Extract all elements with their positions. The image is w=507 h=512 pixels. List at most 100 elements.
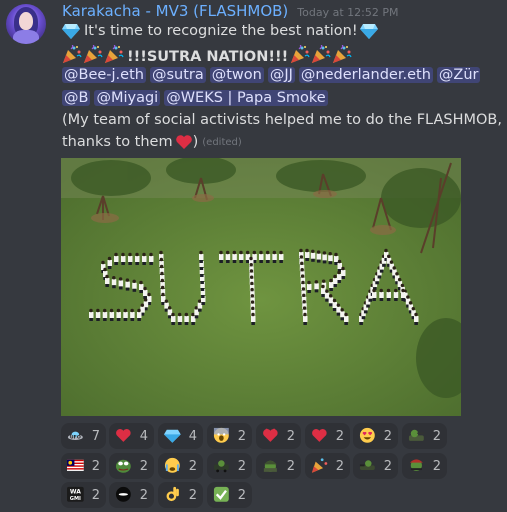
- reaction-count: 2: [91, 487, 100, 503]
- reaction-red-heart[interactable]: 4: [109, 423, 154, 449]
- reaction-count: 2: [286, 458, 295, 474]
- reaction-pepe[interactable]: 2: [109, 453, 154, 479]
- reaction-red-heart[interactable]: 2: [305, 423, 350, 449]
- reaction-screaming-face[interactable]: 2: [207, 423, 252, 449]
- reaction-frog-dog[interactable]: 2: [353, 453, 398, 479]
- mentions-row-2: @B @Miyagi @WEKS | Papa Smoke: [62, 90, 332, 106]
- red-heart-icon: [175, 135, 192, 149]
- malaysia-flag-icon: [67, 457, 84, 475]
- reaction-count: 2: [383, 458, 392, 474]
- frog-army-icon: [262, 457, 279, 475]
- reaction-count: 2: [139, 458, 148, 474]
- reaction-count: 2: [237, 487, 246, 503]
- sutra-nation-text: !!!SUTRA NATION!!!: [127, 48, 289, 65]
- screaming-face-icon: [213, 427, 230, 445]
- message-body-text: (My team of social activists helped me t…: [62, 112, 502, 128]
- party-popper-icon: [312, 45, 331, 63]
- frog-car-icon: [213, 457, 230, 475]
- frog-ak-icon: [408, 457, 425, 475]
- user-mention[interactable]: @Zür: [436, 67, 481, 83]
- reaction-frog-ak[interactable]: 2: [402, 453, 447, 479]
- reaction-count: 2: [139, 487, 148, 503]
- reaction-heart-exclamation[interactable]: 2: [256, 423, 301, 449]
- crying-face-icon: [164, 457, 181, 475]
- gem-icon: [62, 24, 80, 39]
- heart-eyes-icon: [359, 427, 376, 445]
- party-popper-icon: [63, 45, 82, 63]
- ufo-emoji-icon: UFO: [67, 427, 84, 445]
- reaction-ufo-emoji[interactable]: UFO 7: [61, 423, 106, 449]
- user-mention[interactable]: @B: [62, 90, 91, 106]
- svg-text:GMI: GMI: [70, 496, 81, 502]
- reaction-count: 4: [139, 428, 148, 444]
- reaction-frog-army[interactable]: 2: [256, 453, 301, 479]
- message-line-1: It's time to recognize the best nation!: [62, 23, 378, 39]
- party-popper-group: [290, 45, 353, 68]
- reaction-check-mark[interactable]: 2: [207, 482, 252, 508]
- gem-icon: [359, 24, 378, 39]
- edited-label: (edited): [202, 136, 242, 148]
- svg-text:UFO: UFO: [70, 435, 81, 441]
- user-mention[interactable]: @sutra: [149, 67, 206, 83]
- reaction-count: 2: [335, 428, 344, 444]
- reaction-heart-eyes[interactable]: 2: [353, 423, 398, 449]
- message-body-text: ): [192, 134, 199, 150]
- message-line-2: !!!SUTRA NATION!!!: [62, 45, 353, 68]
- reaction-frog-car[interactable]: 2: [207, 453, 252, 479]
- mentions-row-1: @Bee-j.eth @sutra @twon @JJ @nederlander.eth…: [62, 67, 484, 83]
- party-popper-icon: [105, 45, 124, 63]
- party-popper-icon: [291, 45, 310, 63]
- reaction-count: 7: [91, 428, 100, 444]
- reaction-count: 2: [188, 487, 197, 503]
- reaction-ok-hand[interactable]: 2: [158, 482, 203, 508]
- reaction-crying-face[interactable]: 2: [158, 453, 203, 479]
- reaction-black-orb[interactable]: 2: [109, 482, 154, 508]
- reaction-count: 2: [335, 458, 344, 474]
- reaction-count: 2: [432, 428, 441, 444]
- frog-dog-icon: [359, 457, 376, 475]
- reaction-wagmi[interactable]: WA GMI 2: [61, 482, 106, 508]
- message-body-line-2: thanks to them ) (edited): [62, 134, 242, 150]
- heart-exclamation-icon: [262, 427, 279, 445]
- reaction-malaysia-flag[interactable]: 2: [61, 453, 106, 479]
- user-avatar[interactable]: [6, 4, 46, 44]
- reaction-count: 2: [237, 458, 246, 474]
- wagmi-icon: WA GMI: [67, 486, 84, 504]
- message-text: It's time to recognize the best nation!: [84, 23, 358, 39]
- reaction-count: 2: [188, 458, 197, 474]
- reaction-frog-tank[interactable]: 2: [402, 423, 447, 449]
- flashmob-photo[interactable]: [61, 158, 461, 416]
- message-body-text: thanks to them: [62, 134, 173, 150]
- user-mention[interactable]: @Miyagi: [94, 90, 161, 106]
- avatar-face: [19, 12, 33, 30]
- username[interactable]: Karakacha - MV3 (FLASHMOB): [62, 2, 288, 20]
- photo-scene: [61, 158, 461, 416]
- user-mention[interactable]: @twon: [209, 67, 264, 83]
- reaction-count: 2: [91, 458, 100, 474]
- party-popper-icon: [333, 45, 352, 63]
- reaction-count: 2: [383, 428, 392, 444]
- avatar-body: [13, 30, 39, 44]
- user-mention[interactable]: @JJ: [267, 67, 295, 83]
- party-popper-group: [62, 45, 125, 68]
- user-mention[interactable]: @nederlander.eth: [298, 67, 433, 83]
- party-popper-icon: [84, 45, 103, 63]
- frog-tank-icon: [408, 427, 425, 445]
- reaction-gem[interactable]: 4: [158, 423, 203, 449]
- message-timestamp: Today at 12:52 PM: [297, 6, 399, 19]
- black-orb-icon: [115, 486, 132, 504]
- red-heart-icon: [115, 427, 132, 445]
- reaction-count: 2: [237, 428, 246, 444]
- reaction-party-popper[interactable]: 2: [305, 453, 350, 479]
- user-mention[interactable]: @WEKS | Papa Smoke: [164, 90, 328, 106]
- red-heart-icon: [311, 427, 328, 445]
- check-mark-icon: [213, 486, 230, 504]
- reaction-count: 4: [188, 428, 197, 444]
- reaction-count: 2: [286, 428, 295, 444]
- ok-hand-icon: [164, 486, 181, 504]
- gem-icon: [164, 427, 181, 445]
- svg-text:WA: WA: [70, 488, 81, 495]
- pepe-icon: [115, 457, 132, 475]
- party-popper-icon: [311, 457, 328, 475]
- user-mention[interactable]: @Bee-j.eth: [62, 67, 146, 83]
